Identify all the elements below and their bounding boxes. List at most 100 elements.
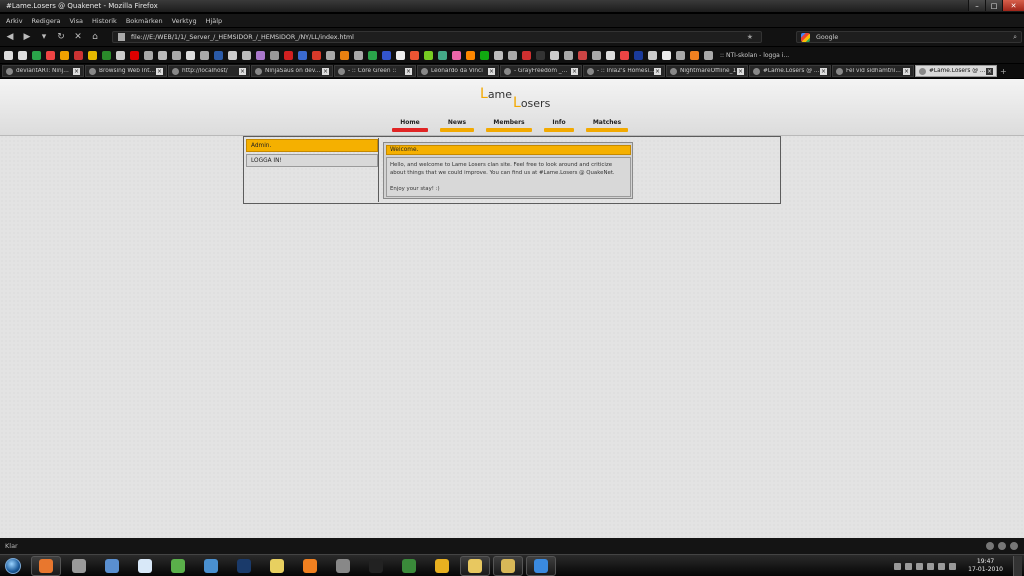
taskbar-button[interactable]: [262, 556, 292, 576]
menu-hjalp[interactable]: Hjälp: [206, 17, 223, 25]
nav-matches[interactable]: Matches: [586, 119, 628, 132]
menu-bokmarken[interactable]: Bokmärken: [126, 17, 163, 25]
bookmark-icon[interactable]: [88, 50, 97, 60]
bookmark-icon[interactable]: [102, 50, 111, 60]
login-link[interactable]: LOGGA IN!: [246, 154, 378, 167]
tab-close-icon[interactable]: ×: [986, 68, 993, 75]
google-icon[interactable]: [801, 32, 810, 42]
reload-icon[interactable]: ↻: [54, 31, 68, 43]
search-icon[interactable]: ⌕: [1013, 33, 1017, 42]
search-input[interactable]: Google ⌕: [796, 31, 1022, 43]
tab-close-icon[interactable]: ×: [322, 68, 329, 75]
bookmark-icon[interactable]: [74, 50, 83, 60]
volume-icon[interactable]: [949, 562, 957, 570]
forward-icon[interactable]: ▶: [20, 31, 34, 43]
taskbar-button[interactable]: [229, 556, 259, 576]
bookmark-icon[interactable]: [452, 50, 461, 60]
addon-icon[interactable]: [986, 542, 994, 550]
browser-tab[interactable]: - GrayFreedom _... ×: [500, 65, 582, 77]
bookmark-icon[interactable]: [704, 50, 713, 60]
browser-tab[interactable]: #Lame.Losers @ ... ×: [915, 65, 997, 77]
tab-close-icon[interactable]: ×: [654, 68, 661, 75]
tab-close-icon[interactable]: ×: [820, 68, 827, 75]
bookmark-icon[interactable]: [368, 50, 377, 60]
home-icon[interactable]: ⌂: [88, 31, 102, 43]
bookmark-icon[interactable]: [536, 50, 545, 60]
tab-close-icon[interactable]: ×: [73, 68, 80, 75]
browser-tab[interactable]: #Lame.Losers @ ... ×: [749, 65, 831, 77]
bookmark-icon[interactable]: [186, 50, 195, 60]
new-tab-button[interactable]: +: [1000, 67, 1007, 76]
bookmark-icon[interactable]: [564, 50, 573, 60]
bookmark-icon[interactable]: [256, 50, 265, 60]
browser-tab[interactable]: Leonardo da Vinci ×: [417, 65, 499, 77]
nav-home[interactable]: Home: [392, 119, 428, 132]
bookmark-icon[interactable]: [662, 50, 671, 60]
bookmark-icon[interactable]: [312, 50, 321, 60]
bookmark-icon[interactable]: [214, 50, 223, 60]
menu-historik[interactable]: Historik: [92, 17, 117, 25]
bookmark-icon[interactable]: [522, 50, 531, 60]
browser-tab[interactable]: http://localhost/ ×: [168, 65, 250, 77]
nav-info[interactable]: Info: [544, 119, 574, 132]
browser-tab[interactable]: deviantART: Ninj... ×: [2, 65, 84, 77]
maximize-button[interactable]: □: [985, 0, 1002, 11]
taskbar-button[interactable]: [64, 556, 94, 576]
taskbar-button[interactable]: [427, 556, 457, 576]
bookmark-icon[interactable]: [424, 50, 433, 60]
bookmark-icon[interactable]: [648, 50, 657, 60]
bookmark-icon[interactable]: [592, 50, 601, 60]
bookmark-icon[interactable]: [284, 50, 293, 60]
bookmark-icon[interactable]: [32, 50, 41, 60]
tab-close-icon[interactable]: ×: [903, 68, 910, 75]
bookmark-icon[interactable]: [298, 50, 307, 60]
bookmark-icon[interactable]: [466, 50, 475, 60]
taskbar-button[interactable]: [31, 556, 61, 576]
url-bar[interactable]: file:///E:/WEB/1/1/_Server_/_HEMSIDOR_/_…: [112, 31, 762, 43]
bookmark-icon[interactable]: [480, 50, 489, 60]
menu-verktyg[interactable]: Verktyg: [172, 17, 197, 25]
bookmark-icon[interactable]: [494, 50, 503, 60]
minimize-button[interactable]: –: [968, 0, 985, 11]
tab-close-icon[interactable]: ×: [405, 68, 412, 75]
close-button[interactable]: ✕: [1002, 0, 1024, 11]
url-text[interactable]: file:///E:/WEB/1/1/_Server_/_HEMSIDOR_/_…: [131, 34, 354, 41]
network-icon[interactable]: [938, 562, 946, 570]
back-icon[interactable]: ◀: [3, 31, 17, 43]
stop-icon[interactable]: ✕: [71, 31, 85, 43]
dropdown-icon[interactable]: ▾: [37, 31, 51, 43]
bookmark-icon[interactable]: [326, 50, 335, 60]
bookmark-icon[interactable]: [690, 50, 699, 60]
star-icon[interactable]: ★: [747, 33, 753, 41]
bookmark-icon[interactable]: [172, 50, 181, 60]
tab-close-icon[interactable]: ×: [239, 68, 246, 75]
bookmark-icon[interactable]: [116, 50, 125, 60]
bookmark-icon[interactable]: [270, 50, 279, 60]
bookmark-icon[interactable]: [620, 50, 629, 60]
bookmark-icon[interactable]: [508, 50, 517, 60]
bookmark-icon[interactable]: [158, 50, 167, 60]
taskbar-button[interactable]: [163, 556, 193, 576]
addon-icon[interactable]: [1010, 542, 1018, 550]
taskbar-button[interactable]: [526, 556, 556, 576]
menu-redigera[interactable]: Redigera: [32, 17, 61, 25]
bookmark-icon[interactable]: [606, 50, 615, 60]
nav-members[interactable]: Members: [486, 119, 532, 132]
clock[interactable]: 19:47 17-01-2010: [968, 558, 1003, 574]
bookmark-icon[interactable]: [46, 50, 55, 60]
browser-tab[interactable]: Browsing Web Int... ×: [85, 65, 167, 77]
bookmark-icon[interactable]: [550, 50, 559, 60]
start-button[interactable]: [2, 556, 24, 576]
bookmark-label[interactable]: :: NTI-skolan - logga i...: [720, 52, 789, 59]
bookmark-icon[interactable]: [382, 50, 391, 60]
tab-close-icon[interactable]: ×: [488, 68, 495, 75]
bookmark-icon[interactable]: [396, 50, 405, 60]
menu-visa[interactable]: Visa: [69, 17, 82, 25]
tab-close-icon[interactable]: ×: [737, 68, 744, 75]
bookmark-icon[interactable]: [144, 50, 153, 60]
tray-icon[interactable]: [927, 562, 935, 570]
bookmark-icon[interactable]: [438, 50, 447, 60]
bookmark-icon[interactable]: [130, 50, 139, 60]
taskbar-button[interactable]: [130, 556, 160, 576]
bookmark-icon[interactable]: [410, 50, 419, 60]
